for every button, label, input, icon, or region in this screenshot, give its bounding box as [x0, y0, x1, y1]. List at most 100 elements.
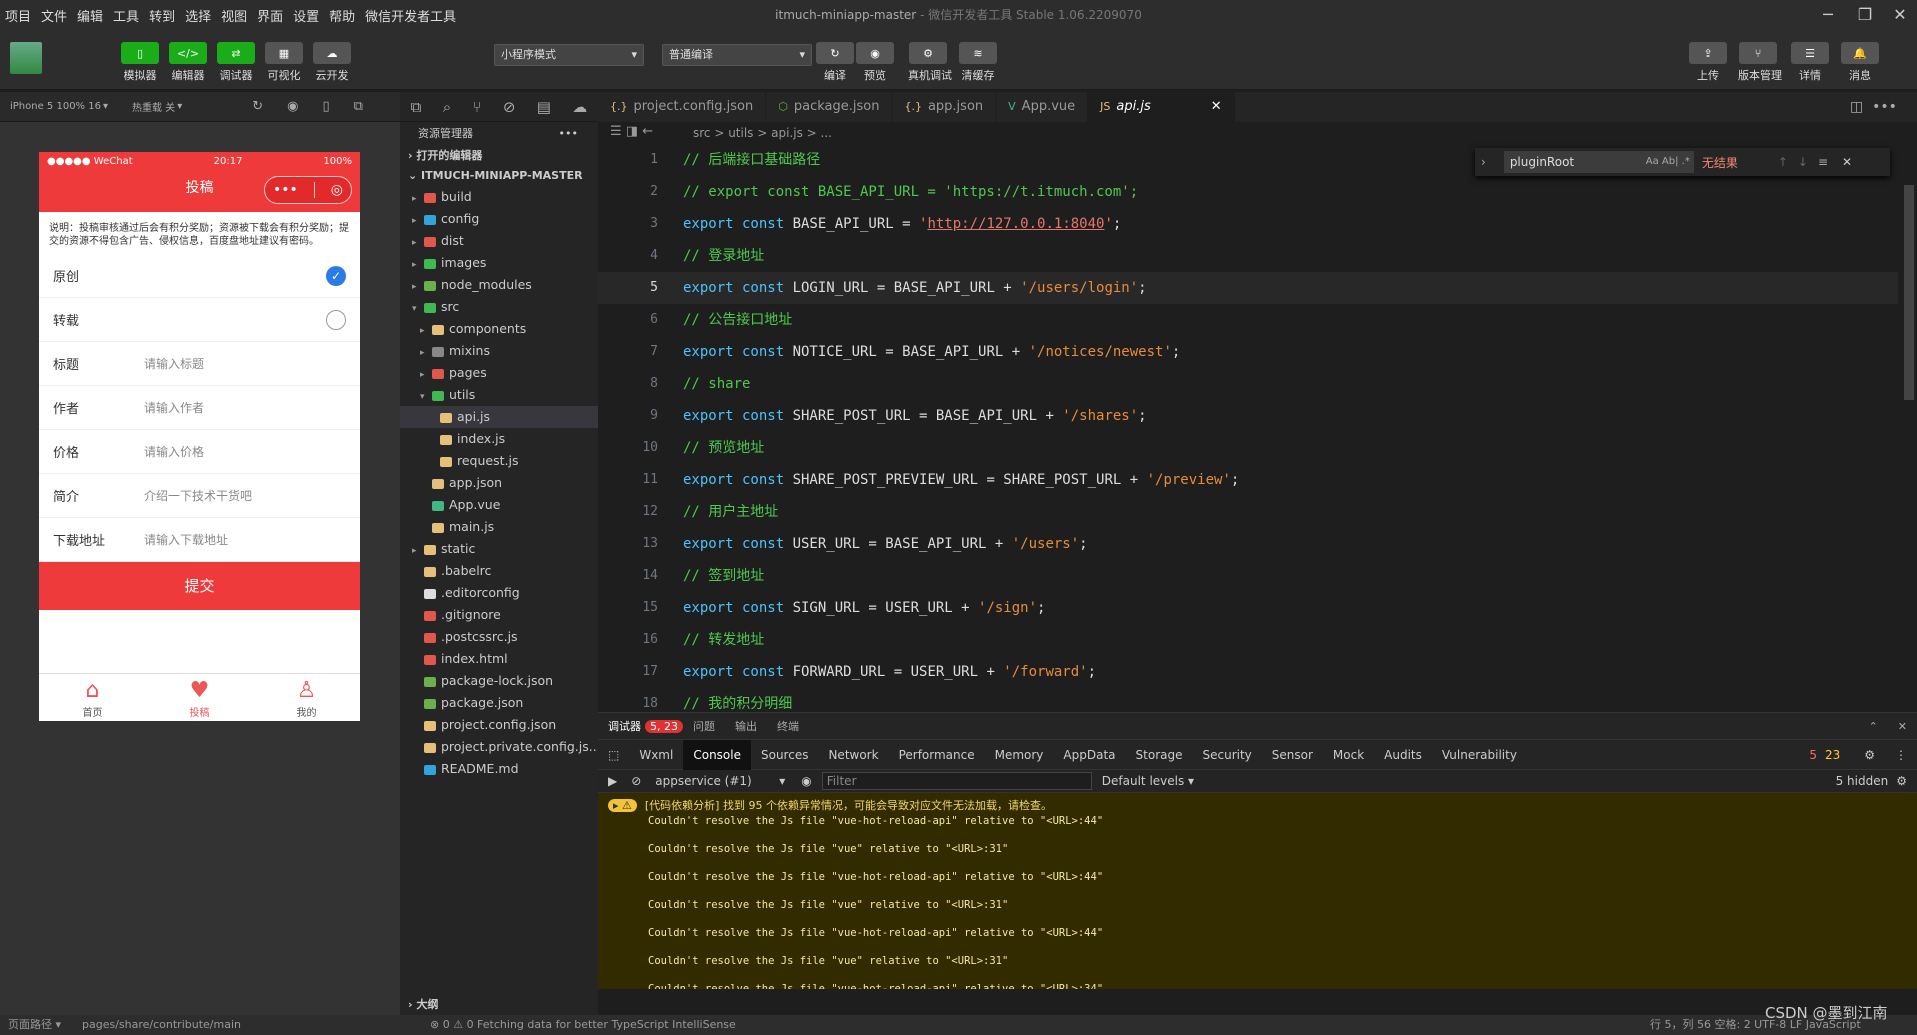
context-select[interactable]: appservice (#1) ▾: [655, 774, 785, 788]
toolbar-mid-button[interactable]: ↻ 编译: [815, 42, 855, 83]
panel-close-icon[interactable]: ✕: [1888, 720, 1917, 733]
devtools-tab[interactable]: Storage: [1126, 740, 1193, 770]
device-select[interactable]: iPhone 5 100% 16: [10, 101, 101, 112]
find-close-icon[interactable]: ✕: [1842, 155, 1852, 169]
toolbar-right-button[interactable]: ⇪ 上传: [1688, 42, 1728, 83]
tree-item[interactable]: ▸ build: [400, 186, 598, 208]
menu-item[interactable]: 项目: [0, 6, 36, 25]
find-input[interactable]: pluginRoot Aa Ab| .*: [1503, 151, 1694, 173]
panel-collapse-icon[interactable]: ⌃: [1859, 720, 1888, 733]
panel-tab[interactable]: 调试器: [598, 718, 651, 734]
tree-item[interactable]: ▸ pages: [400, 362, 598, 384]
console-filter-input[interactable]: Filter: [821, 772, 1092, 790]
menu-item[interactable]: 设置: [288, 6, 324, 25]
levels-select[interactable]: Default levels ▾: [1102, 774, 1194, 788]
devtools-more-icon[interactable]: ⋮: [1885, 740, 1917, 770]
files-icon[interactable]: ⧉: [411, 98, 422, 116]
mode-select[interactable]: 小程序模式 ▾: [494, 44, 644, 66]
nav-back-icon[interactable]: ☰ ◨ ←: [610, 124, 653, 139]
radio-checked-icon[interactable]: ✓: [326, 265, 346, 286]
tree-item[interactable]: project.private.config.js...: [400, 736, 598, 758]
outline-section[interactable]: › 大纲: [400, 995, 598, 1015]
close-capsule-icon[interactable]: ◎: [331, 182, 343, 198]
tree-item[interactable]: ▸ components: [400, 318, 598, 340]
toolbar-phone-button[interactable]: ▯ 模拟器: [120, 42, 160, 83]
devtools-tab[interactable]: Security: [1192, 740, 1261, 770]
toolbar-mid-button[interactable]: ◉ 预览: [855, 42, 895, 83]
menu-item[interactable]: 微信开发者工具: [360, 6, 461, 25]
tree-item[interactable]: package-lock.json: [400, 670, 598, 692]
toolbar-cloud-button[interactable]: ☁ 云开发: [312, 42, 352, 83]
warning-badge[interactable]: ▸ ⚠: [608, 799, 637, 812]
tree-item[interactable]: ▸ config: [400, 208, 598, 230]
toolbar-right-button[interactable]: 🔔 消息: [1840, 42, 1880, 83]
find-selection-icon[interactable]: ≡: [1818, 155, 1828, 169]
devtools-tab[interactable]: Vulnerability: [1432, 740, 1527, 770]
devtools-tab[interactable]: Sensor: [1262, 740, 1323, 770]
stop-icon[interactable]: ◉: [287, 99, 298, 114]
editor-more-icon[interactable]: •••: [1872, 99, 1897, 115]
explorer-more-icon[interactable]: •••: [559, 122, 578, 146]
tree-item[interactable]: ▾ src: [400, 296, 598, 318]
tree-item[interactable]: App.vue: [400, 494, 598, 516]
toolbar-mid-button[interactable]: ⚙ 真机调试: [908, 42, 952, 83]
tab-item[interactable]: ♙ 我的: [253, 674, 360, 721]
tree-item[interactable]: .postcssrc.js: [400, 626, 598, 648]
hot-reload-toggle[interactable]: 热重载 关: [132, 99, 175, 114]
find-next-icon[interactable]: ↓: [1798, 155, 1808, 169]
split-editor-icon[interactable]: ◫: [1850, 99, 1863, 115]
compile-select[interactable]: 普通编译 ▾: [662, 44, 812, 66]
tree-item[interactable]: ▸ dist: [400, 230, 598, 252]
form-input[interactable]: 请输入标题: [144, 355, 204, 372]
toolbar-debug-button[interactable]: ⇄ 调试器: [216, 42, 256, 83]
radio-row[interactable]: 转载: [39, 298, 360, 342]
find-toggle-icon[interactable]: ›: [1481, 155, 1486, 169]
editor-tab[interactable]: ⬡ package.json: [766, 92, 893, 122]
tree-item[interactable]: ▸ images: [400, 252, 598, 274]
devtools-tab[interactable]: Console: [683, 739, 751, 770]
tree-item[interactable]: main.js: [400, 516, 598, 538]
menu-item[interactable]: 选择: [180, 6, 216, 25]
tree-item[interactable]: README.md: [400, 758, 598, 780]
tree-item[interactable]: index.js: [400, 428, 598, 450]
source-control-icon[interactable]: ⑂: [472, 98, 481, 116]
tree-item[interactable]: .gitignore: [400, 604, 598, 626]
tree-item[interactable]: project.config.json: [400, 714, 598, 736]
toolbar-right-button[interactable]: ⑂ 版本管理: [1738, 42, 1782, 83]
tree-item[interactable]: ▸ mixins: [400, 340, 598, 362]
error-warning-count[interactable]: 5 23: [1795, 740, 1854, 770]
breadcrumb-path[interactable]: src > utils > api.js > ...: [693, 126, 832, 140]
form-input[interactable]: 请输入下载地址: [144, 531, 228, 548]
tab-item[interactable]: ⌂ 首页: [39, 674, 146, 721]
devtools-tab[interactable]: Memory: [985, 740, 1054, 770]
devtools-tab[interactable]: Wxml: [629, 740, 683, 770]
tree-item[interactable]: package.json: [400, 692, 598, 714]
menu-item[interactable]: 工具: [108, 6, 144, 25]
docker-icon[interactable]: ☁: [572, 98, 587, 116]
problems-status[interactable]: ⊗ 0 ⚠ 0 Fetching data for better TypeScr…: [430, 1015, 736, 1035]
devtools-settings-icon[interactable]: ⚙: [1854, 740, 1885, 770]
devtools-tab[interactable]: AppData: [1053, 740, 1125, 770]
tree-item[interactable]: ▸ node_modules: [400, 274, 598, 296]
toolbar-mid-button[interactable]: ≋ 清缓存: [958, 42, 998, 83]
console-settings-icon[interactable]: ⚙: [1896, 774, 1907, 788]
sidebar-toggle-icon[interactable]: ▶: [608, 774, 617, 788]
tree-item[interactable]: request.js: [400, 450, 598, 472]
form-input[interactable]: 介绍一下技术干货吧: [144, 487, 252, 504]
maximize-icon[interactable]: ❐: [1845, 0, 1885, 30]
tree-item[interactable]: .editorconfig: [400, 582, 598, 604]
devtools-tab[interactable]: Performance: [889, 740, 985, 770]
page-path-select[interactable]: 页面路径 ▾: [8, 1015, 61, 1035]
devtools-tab[interactable]: Mock: [1323, 740, 1374, 770]
tree-item[interactable]: .babelrc: [400, 560, 598, 582]
menu-item[interactable]: 编辑: [72, 6, 108, 25]
form-input[interactable]: 请输入作者: [144, 399, 204, 416]
editor-tab[interactable]: {.} app.json: [892, 92, 997, 122]
detach-icon[interactable]: ⧉: [354, 99, 363, 114]
editor-tab[interactable]: JS api.js ✕: [1088, 92, 1235, 122]
tab-close-icon[interactable]: ✕: [1211, 99, 1222, 114]
panel-tab[interactable]: 问题: [683, 718, 725, 734]
submit-button[interactable]: 提交: [39, 562, 360, 610]
code-editor[interactable]: 1 // 后端接口基础路径 2 // export const BASE_API_UR…: [598, 144, 1898, 712]
devtools-tab[interactable]: Network: [818, 740, 888, 770]
